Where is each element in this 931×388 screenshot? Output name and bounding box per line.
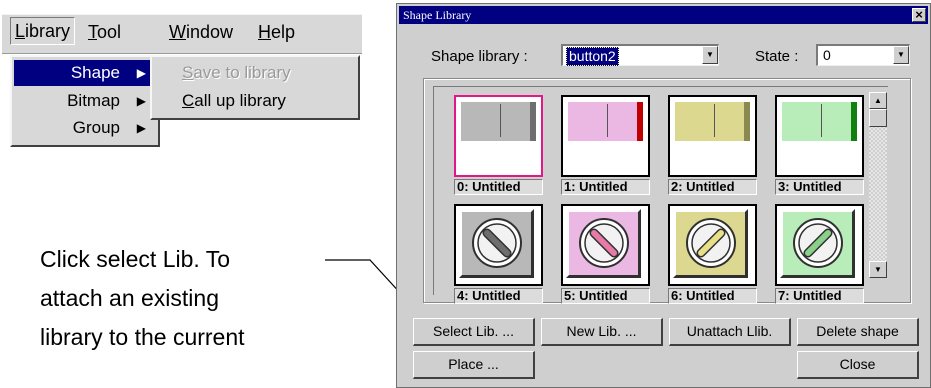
knob-icon [579,218,629,268]
delete-shape-button[interactable]: Delete shape [797,318,919,346]
shape-thumbnail [454,204,543,286]
shape-tile[interactable]: 0: Untitled [454,95,543,195]
select-lib-button[interactable]: Select Lib. ... [413,318,535,346]
scroll-down-icon[interactable]: ▼ [869,261,887,278]
shape-tile[interactable]: 3: Untitled [775,95,864,195]
shape-tile-label: 2: Untitled [668,179,757,195]
shape-tile[interactable]: 6: Untitled [668,204,757,304]
shape-thumbnail [775,204,864,286]
chevron-down-icon[interactable]: ▼ [893,46,909,64]
shape-thumbnail [775,95,864,177]
knob-icon [472,218,522,268]
shape-tile[interactable]: 2: Untitled [668,95,757,195]
vertical-scrollbar[interactable]: ▲ ▼ [869,92,887,278]
knob-icon [686,218,736,268]
scrollbar-thumb[interactable] [869,109,887,127]
shape-thumbnail [561,204,650,286]
knob-button-preview [780,209,855,278]
dialog-title: Shape Library [403,8,472,22]
shape-library-value: button2 [566,47,619,66]
knob-icon [793,218,843,268]
place-button[interactable]: Place ... [413,351,535,379]
rect-button-preview [780,100,857,141]
chevron-down-icon[interactable]: ▼ [702,46,718,64]
shape-thumbnail [454,95,543,177]
shape-thumbnail [668,95,757,177]
state-value: 0 [823,47,831,63]
unattach-lib-button[interactable]: Unattach Llib. [669,318,791,346]
shape-tile-label: 5: Untitled [561,288,650,304]
shape-tile[interactable]: 7: Untitled [775,204,864,304]
shape-tile-label: 6: Untitled [668,288,757,304]
rect-button-preview [566,100,643,141]
shape-library-select[interactable]: button2 ▼ [561,44,719,66]
close-button[interactable]: Close [797,351,919,379]
rect-button-preview [459,100,536,141]
rect-button-preview [673,100,750,141]
shape-tile-label: 7: Untitled [775,288,864,304]
shape-tile-label: 1: Untitled [561,179,650,195]
knob-button-preview [566,209,641,278]
knob-button-preview [673,209,748,278]
shape-thumbnail [561,95,650,177]
shape-library-dialog: Shape Library × Shape library : button2 … [396,3,931,388]
knob-button-preview [459,209,534,278]
shape-tile[interactable]: 5: Untitled [561,204,650,304]
scroll-up-icon[interactable]: ▲ [869,92,887,109]
state-select[interactable]: 0 ▼ [816,44,910,66]
shape-thumbnail [668,204,757,286]
close-icon[interactable]: × [912,8,926,22]
shape-library-label: Shape library : [431,48,528,65]
new-lib-button[interactable]: New Lib. ... [541,318,663,346]
shape-tile[interactable]: 4: Untitled [454,204,543,304]
shape-tile-label: 4: Untitled [454,288,543,304]
state-label: State : [755,48,799,65]
shape-tile[interactable]: 1: Untitled [561,95,650,195]
shape-tile-label: 0: Untitled [454,179,543,195]
shape-tile-label: 3: Untitled [775,179,864,195]
title-bar: Shape Library × [399,6,928,24]
shape-grid: 0: Untitled 1: Untitled 2: Untitled 3: U… [433,86,888,304]
